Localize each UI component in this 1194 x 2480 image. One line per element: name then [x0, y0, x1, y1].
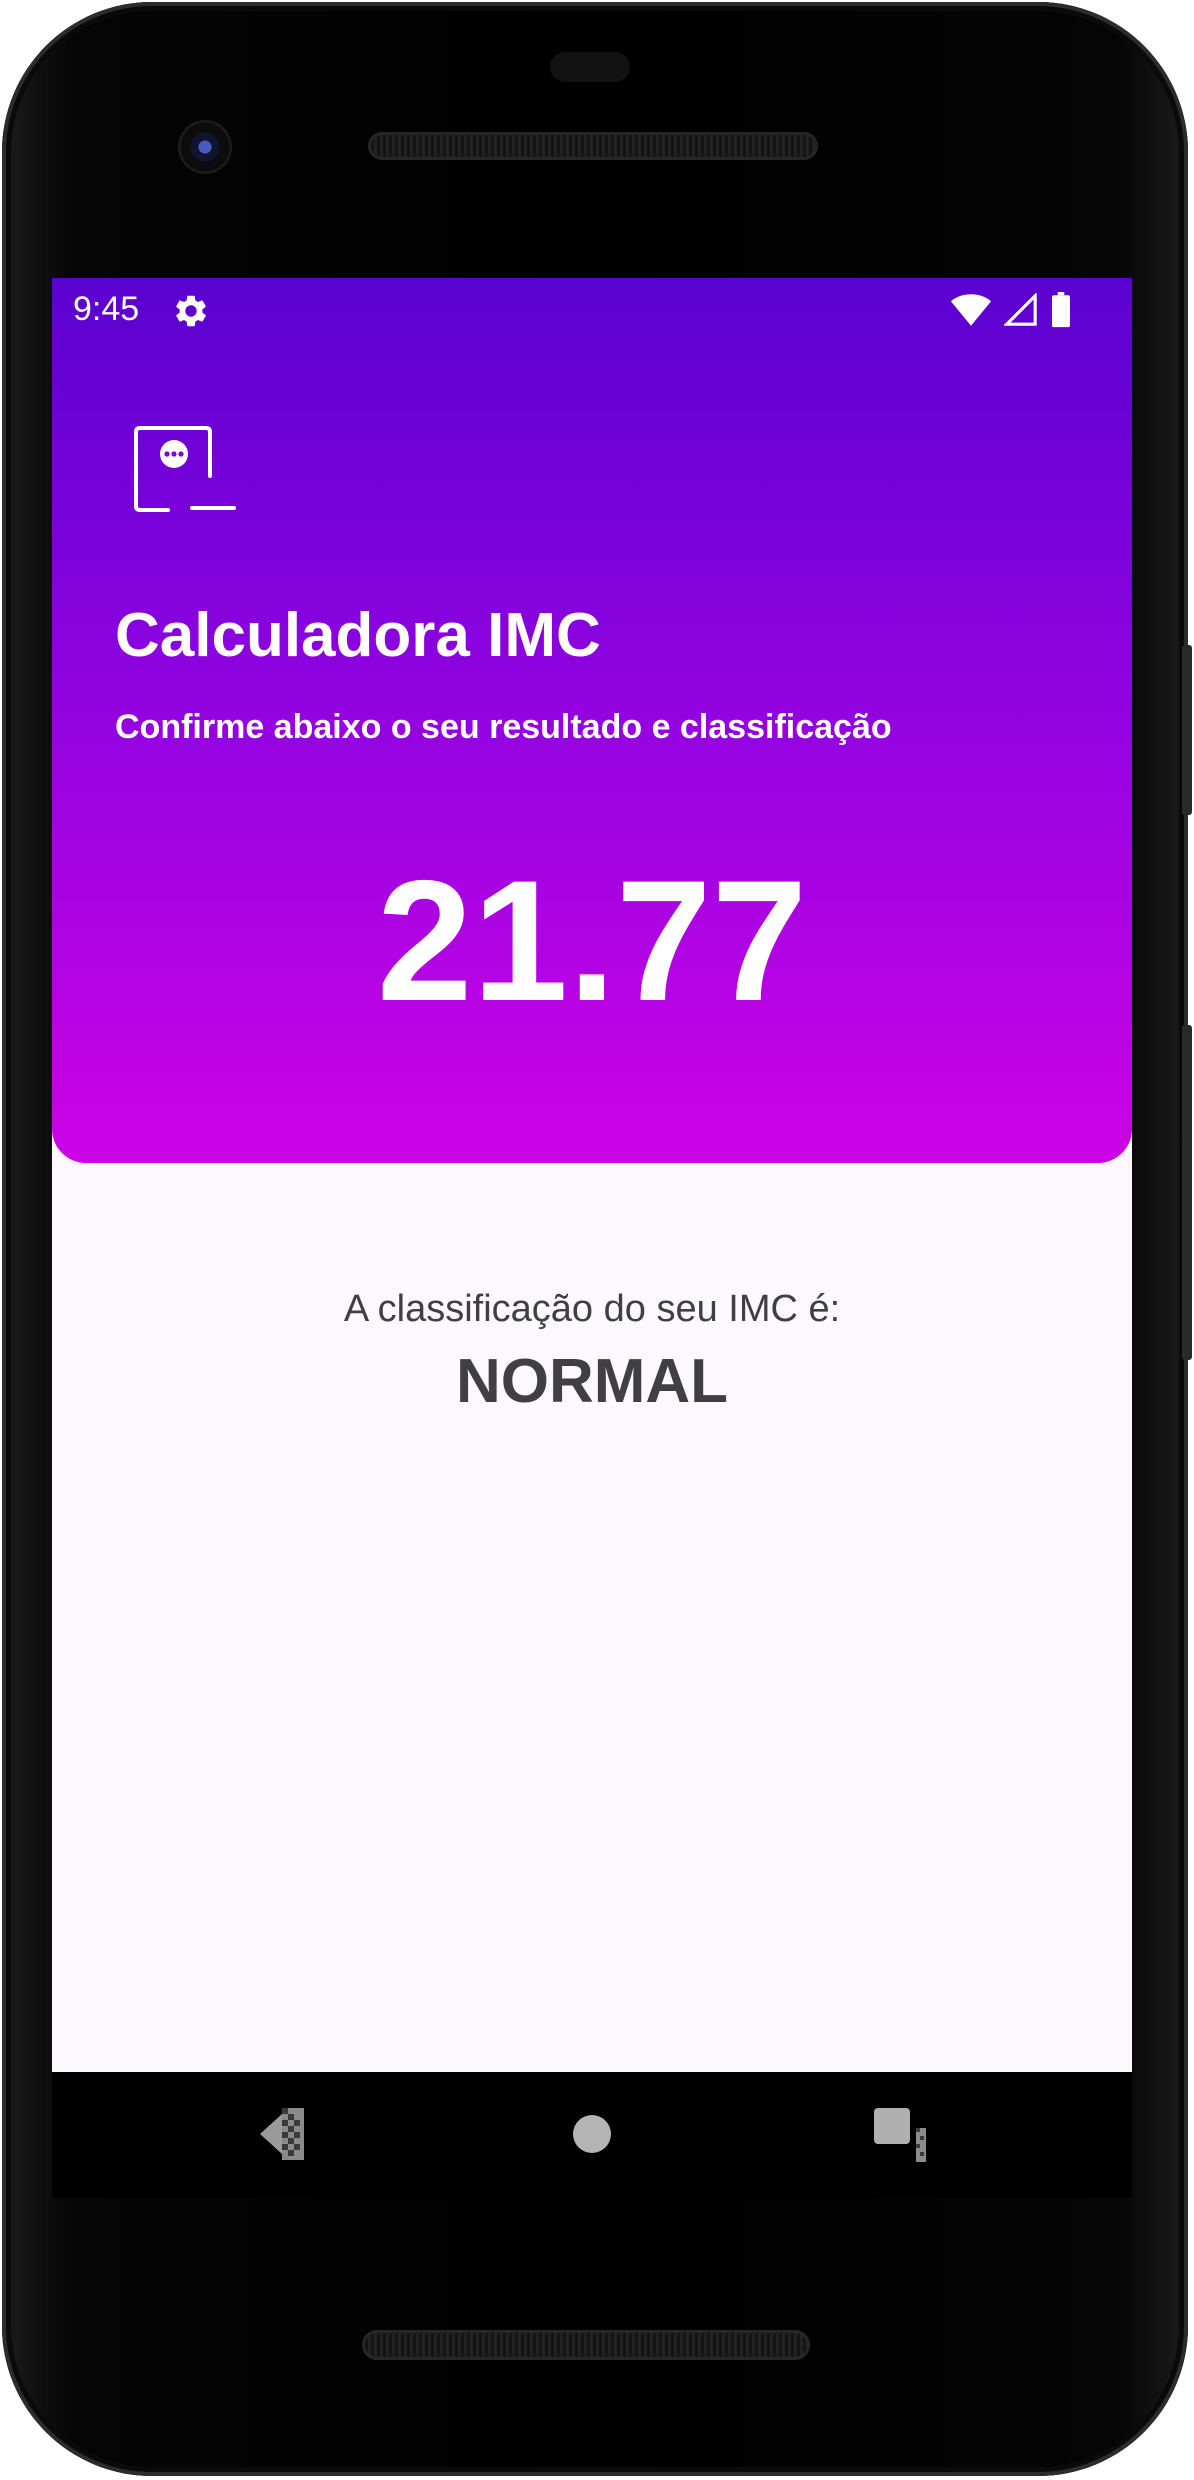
proximity-sensor — [550, 52, 630, 82]
status-time: 9:45 — [73, 290, 140, 328]
navigation-bar — [52, 2072, 1132, 2198]
battery-icon — [1052, 292, 1070, 328]
wifi-icon — [950, 294, 992, 326]
signal-icon — [1004, 293, 1037, 326]
volume-button — [1182, 1025, 1192, 1360]
back-icon — [260, 2108, 304, 2160]
result-header: 9:45 Calculadora IMC Confirme abaixo o s… — [52, 278, 1132, 1163]
chat-frame-logo-icon — [134, 426, 236, 512]
app-screen: 9:45 Calculadora IMC Confirme abaixo o s… — [52, 278, 1132, 2072]
page-title: Calculadora IMC — [115, 601, 601, 670]
bmi-value: 21.77 — [376, 845, 808, 1037]
recents-icon — [874, 2108, 926, 2162]
settings-icon — [176, 295, 206, 327]
classification-value: NORMAL — [455, 1347, 729, 1416]
classification-label: A classificação do seu IMC é: — [343, 1288, 841, 1330]
home-button[interactable] — [552, 2094, 632, 2174]
back-button[interactable] — [242, 2094, 322, 2174]
device-frame: 9:45 Calculadora IMC Confirme abaixo o s… — [0, 0, 1194, 2480]
bottom-speaker-grille — [362, 2330, 810, 2360]
status-bar: 9:45 — [52, 278, 1132, 344]
status-indicators — [950, 290, 1072, 330]
power-button — [1182, 645, 1192, 815]
top-speaker-grille — [368, 132, 818, 160]
page-subtitle: Confirme abaixo o seu resultado e classi… — [115, 708, 892, 746]
front-camera — [178, 120, 232, 174]
recents-button[interactable] — [862, 2094, 942, 2174]
home-icon — [573, 2115, 611, 2153]
